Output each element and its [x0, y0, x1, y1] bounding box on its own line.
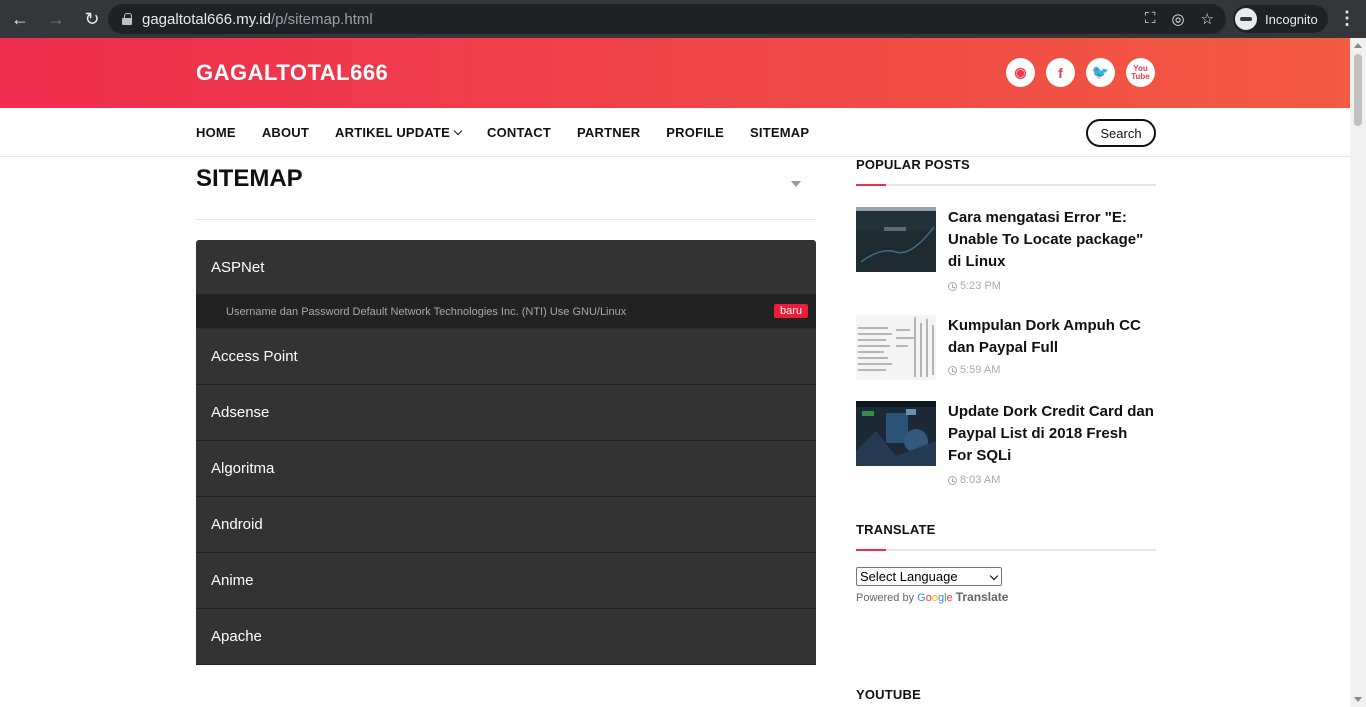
main-content: SITEMAP ASPNet Username dan Password Def…: [196, 157, 816, 665]
widget-title: TRANSLATE: [856, 522, 936, 537]
google-logo[interactable]: Google: [917, 592, 953, 604]
incognito-indicator[interactable]: Incognito: [1233, 5, 1328, 33]
nav-contact[interactable]: CONTACT: [487, 125, 551, 140]
nav-home[interactable]: HOME: [196, 125, 236, 140]
nav-artikel-update-label: ARTIKEL UPDATE: [335, 125, 451, 140]
widget-title: YOUTUBE: [856, 687, 921, 702]
social-links: ◉ f 🐦 You Tube: [1006, 58, 1155, 87]
post-time: 5:59 AM: [948, 364, 1000, 376]
site-title[interactable]: GAGALTOTAL666: [196, 60, 388, 86]
incognito-label: Incognito: [1265, 11, 1318, 27]
popular-posts-widget: POPULAR POSTS: [856, 157, 1156, 186]
post-title[interactable]: Update Dork Credit Card dan Paypal List …: [948, 401, 1154, 467]
widget-underline: [856, 549, 1156, 551]
chevron-down-icon: [453, 126, 463, 135]
page-viewport: GAGALTOTAL666 ◉ f 🐦 You Tube HOME ABOUT …: [0, 38, 1350, 707]
clock-icon: [948, 365, 957, 375]
category-adsense[interactable]: Adsense: [196, 385, 816, 441]
url-path: /p/sitemap.html: [270, 10, 373, 28]
post-thumbnail[interactable]: [856, 401, 936, 466]
main-nav: HOME ABOUT ARTIKEL UPDATE CONTACT PARTNE…: [0, 108, 1350, 157]
nav-sitemap[interactable]: SITEMAP: [750, 125, 809, 140]
category-algoritma[interactable]: Algoritma: [196, 441, 816, 497]
widget-title: POPULAR POSTS: [856, 157, 970, 172]
category-android[interactable]: Android: [196, 497, 816, 553]
nav-about[interactable]: ABOUT: [262, 125, 309, 140]
forward-icon[interactable]: →: [40, 3, 72, 35]
facebook-icon[interactable]: f: [1046, 58, 1075, 87]
scroll-thumb[interactable]: [1354, 54, 1362, 126]
post-time: 5:23 PM: [948, 280, 1001, 292]
nav-artikel-update[interactable]: ARTIKEL UPDATE: [335, 125, 463, 140]
category-aspnet[interactable]: ASPNet: [196, 240, 816, 295]
clock-icon: [948, 281, 957, 291]
sidebar: POPULAR POSTS Cara mengatasi Error "E: U…: [856, 157, 1156, 702]
chevron-down-icon: [989, 571, 999, 581]
post-time-label: 5:59 AM: [960, 364, 1001, 376]
popular-post[interactable]: Cara mengatasi Error "E: Unable To Locat…: [856, 207, 1156, 297]
language-select[interactable]: Select Language: [856, 567, 1002, 586]
post-time-label: 8:03 AM: [960, 474, 1001, 486]
caret-down-icon[interactable]: [791, 181, 801, 187]
language-select-value: Select Language: [860, 569, 958, 584]
github-icon[interactable]: ◉: [1006, 58, 1035, 87]
twitter-icon[interactable]: 🐦: [1086, 58, 1115, 87]
scroll-up-icon[interactable]: [1354, 43, 1362, 48]
post-link-label: Username dan Password Default Network Te…: [226, 305, 627, 318]
widget-underline: [856, 184, 1156, 186]
incognito-icon: [1235, 8, 1257, 30]
popular-post[interactable]: Update Dork Credit Card dan Paypal List …: [856, 401, 1156, 491]
lock-icon: [122, 13, 132, 25]
title-divider: [196, 219, 816, 220]
post-time: 8:03 AM: [948, 474, 1000, 486]
category-anime[interactable]: Anime: [196, 553, 816, 609]
post-thumbnail[interactable]: [856, 315, 936, 380]
youtube-widget: YOUTUBE: [856, 687, 921, 702]
category-post-link[interactable]: Username dan Password Default Network Te…: [196, 295, 816, 329]
translate-widget: TRANSLATE Select Language Powered by Goo…: [856, 522, 1156, 604]
url-host: gagaltotal666.my.id: [142, 10, 271, 28]
scroll-down-icon[interactable]: [1354, 697, 1362, 702]
post-title[interactable]: Kumpulan Dork Ampuh CC dan Paypal Full: [948, 315, 1154, 359]
category-access-point[interactable]: Access Point: [196, 329, 816, 385]
powered-by-label: Powered by: [856, 592, 915, 604]
site-header: GAGALTOTAL666 ◉ f 🐦 You Tube: [0, 38, 1350, 108]
back-icon[interactable]: ←: [4, 3, 36, 35]
browser-menu-icon[interactable]: ⋮: [1338, 8, 1356, 29]
translate-icon[interactable]: ⛶: [1145, 10, 1156, 28]
new-badge: baru: [773, 304, 808, 318]
post-thumbnail[interactable]: [856, 207, 936, 272]
browser-toolbar: ← → ↻ gagaltotal666.my.id/p/sitemap.html…: [0, 0, 1366, 38]
address-bar[interactable]: gagaltotal666.my.id/p/sitemap.html ⛶ ◎ ☆: [108, 4, 1226, 34]
sitemap-list: ASPNet Username dan Password Default Net…: [196, 240, 816, 665]
reload-icon[interactable]: ↻: [76, 3, 108, 35]
clock-icon: [948, 475, 957, 485]
bookmark-star-icon[interactable]: ☆: [1201, 10, 1214, 28]
youtube-icon[interactable]: You Tube: [1126, 58, 1155, 87]
popular-post[interactable]: Kumpulan Dork Ampuh CC dan Paypal Full 5…: [856, 315, 1156, 405]
nav-partner[interactable]: PARTNER: [577, 125, 640, 140]
translate-label[interactable]: Translate: [956, 590, 1009, 604]
page-title: SITEMAP: [196, 165, 303, 192]
page-scrollbar[interactable]: [1350, 38, 1366, 707]
tracking-protection-icon[interactable]: ◎: [1171, 10, 1184, 28]
post-time-label: 5:23 PM: [960, 280, 1001, 292]
nav-profile[interactable]: PROFILE: [666, 125, 724, 140]
post-title[interactable]: Cara mengatasi Error "E: Unable To Locat…: [948, 207, 1154, 273]
powered-by-google: Powered by Google Translate: [856, 590, 1008, 604]
category-apache[interactable]: Apache: [196, 609, 816, 665]
search-button[interactable]: Search: [1086, 119, 1156, 147]
